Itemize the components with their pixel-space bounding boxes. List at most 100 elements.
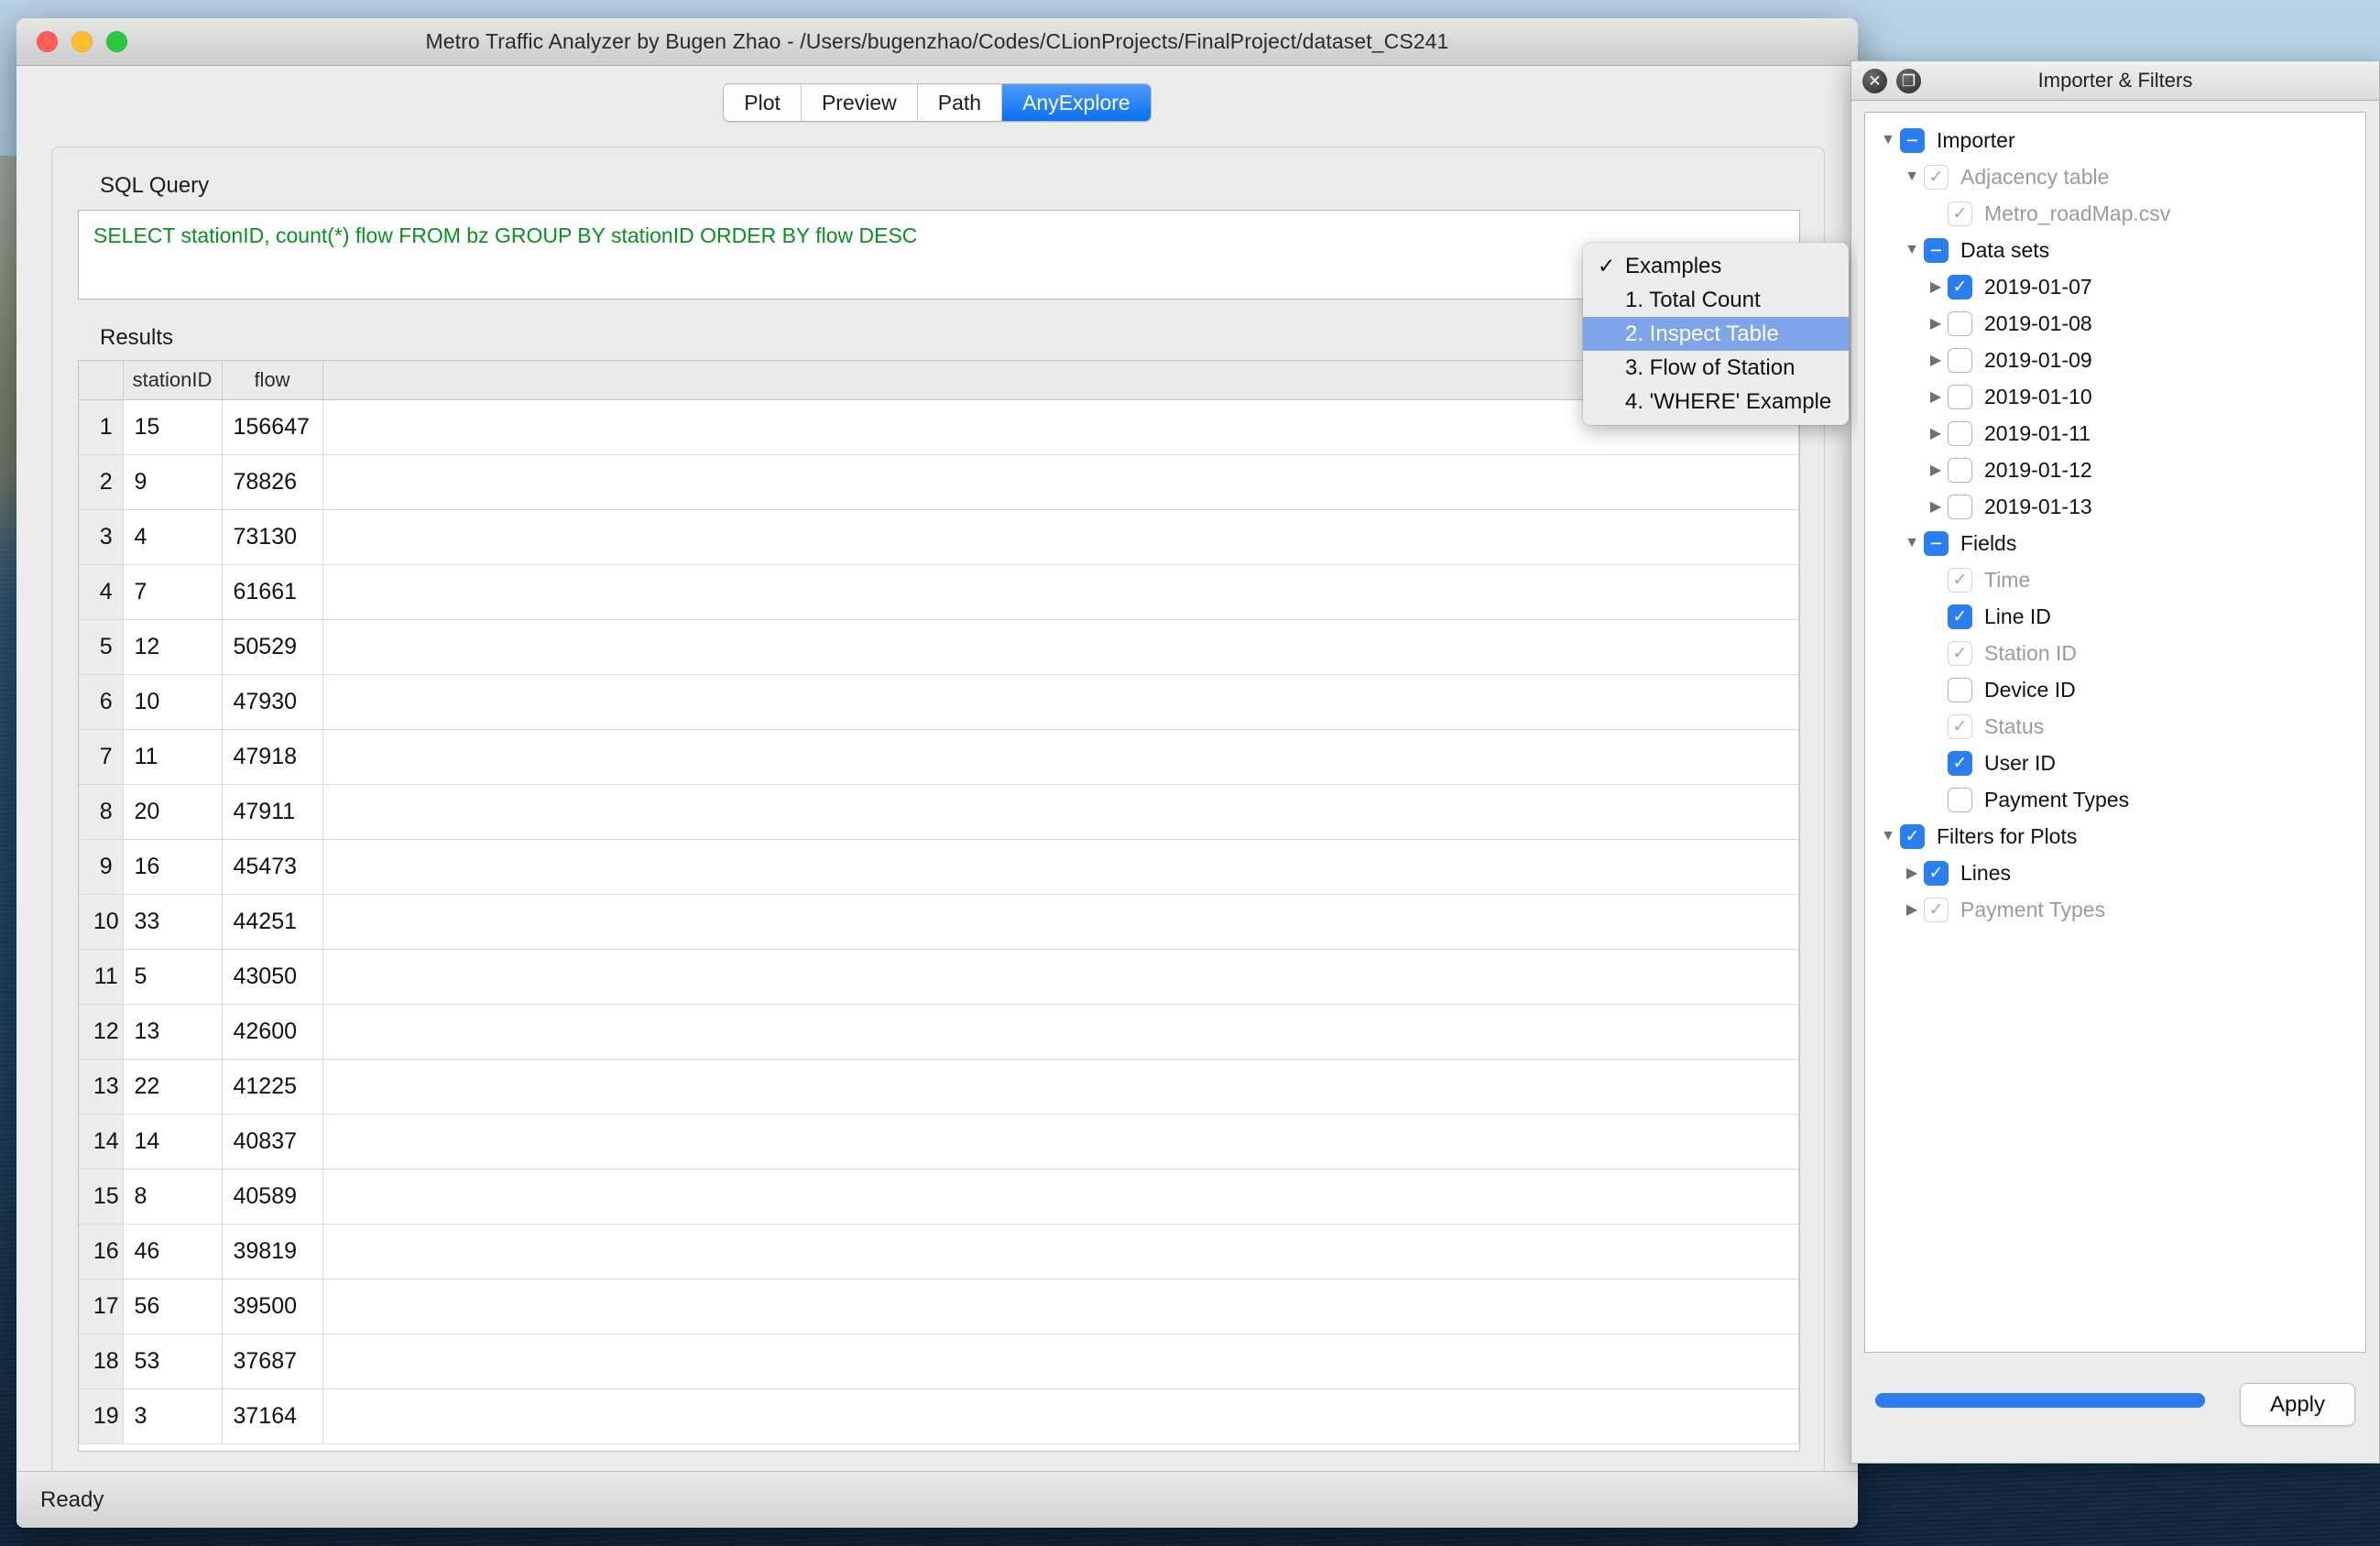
cell-stationid[interactable]: 14 xyxy=(123,1114,223,1170)
chevron-down-icon[interactable] xyxy=(1876,828,1900,844)
examples-dropdown-menu[interactable]: ✓ Examples 1. Total Count 2. Inspect Table 3… xyxy=(1583,243,1849,425)
cell-flow[interactable]: 156647 xyxy=(222,399,323,455)
tab-anyexplore[interactable]: AnyExplore xyxy=(1002,84,1151,121)
column-header-flow[interactable]: flow xyxy=(222,361,323,400)
cell-stationid[interactable]: 8 xyxy=(123,1169,223,1225)
chevron-right-icon[interactable] xyxy=(1924,387,1948,406)
cell-stationid[interactable]: 3 xyxy=(123,1388,223,1444)
checkbox-icon[interactable]: ✓ xyxy=(1948,604,1972,629)
chevron-right-icon[interactable] xyxy=(1924,424,1948,442)
sql-query-input[interactable]: SELECT stationID, count(*) flow FROM bz … xyxy=(78,210,1800,299)
cell-stationid[interactable]: 16 xyxy=(123,839,223,895)
cell-flow[interactable]: 39819 xyxy=(222,1224,323,1279)
cell-flow[interactable]: 43050 xyxy=(222,949,323,1005)
chevron-right-icon[interactable] xyxy=(1924,351,1948,369)
column-header-stationid[interactable]: stationID xyxy=(123,361,223,400)
results-table-container[interactable]: stationID flow 1 15 156647 2 9 78826 3 4 73130 4 7… xyxy=(78,360,1800,1452)
checkbox-icon[interactable] xyxy=(1948,384,1972,409)
checkbox-icon[interactable]: ✓ xyxy=(1924,897,1949,922)
checkbox-icon[interactable] xyxy=(1948,457,1972,483)
cell-stationid[interactable]: 9 xyxy=(123,454,223,510)
chevron-right-icon[interactable] xyxy=(1924,314,1948,332)
cell-flow[interactable]: 47918 xyxy=(222,729,323,785)
cell-stationid[interactable]: 15 xyxy=(123,399,223,455)
cell-stationid[interactable]: 20 xyxy=(123,784,223,840)
table-row[interactable]: 15 8 40589 xyxy=(79,1169,1799,1225)
chevron-down-icon[interactable] xyxy=(1900,535,1924,551)
checkbox-icon[interactable] xyxy=(1948,787,1972,812)
tree-item[interactable]: ✓ Station ID xyxy=(1865,635,2365,671)
cell-stationid[interactable]: 13 xyxy=(123,1004,223,1060)
chevron-down-icon[interactable] xyxy=(1900,242,1924,258)
checkbox-icon[interactable] xyxy=(1948,310,1972,336)
chevron-down-icon[interactable] xyxy=(1876,132,1900,148)
tab-plot[interactable]: Plot xyxy=(724,84,802,121)
cell-stationid[interactable]: 7 xyxy=(123,564,223,620)
checkbox-icon[interactable]: ✓ xyxy=(1924,164,1949,190)
cell-flow[interactable]: 47930 xyxy=(222,674,323,730)
table-row[interactable]: 13 22 41225 xyxy=(79,1059,1799,1115)
cell-flow[interactable]: 42600 xyxy=(222,1004,323,1060)
table-row[interactable]: 1 15 156647 xyxy=(79,399,1799,455)
chevron-right-icon[interactable] xyxy=(1924,497,1948,516)
menu-item-3[interactable]: 3. Flow of Station xyxy=(1583,351,1849,385)
tree-item[interactable]: ✓ Status xyxy=(1865,708,2365,745)
tree-item[interactable]: Device ID xyxy=(1865,671,2365,708)
column-header-empty[interactable] xyxy=(322,361,1799,400)
table-row[interactable]: 8 20 47911 xyxy=(79,784,1799,840)
cell-flow[interactable]: 39500 xyxy=(222,1279,323,1334)
tree-item[interactable]: ✓ Metro_roadMap.csv xyxy=(1865,195,2365,232)
checkbox-icon[interactable]: ✓ xyxy=(1924,860,1949,886)
cell-flow[interactable]: 40837 xyxy=(222,1114,323,1170)
tree-item[interactable]: 2019-01-12 xyxy=(1865,452,2365,488)
tree-item[interactable]: 2019-01-08 xyxy=(1865,305,2365,342)
column-header-index[interactable] xyxy=(79,361,124,400)
cell-flow[interactable]: 40589 xyxy=(222,1169,323,1225)
cell-stationid[interactable]: 46 xyxy=(123,1224,223,1279)
cell-stationid[interactable]: 12 xyxy=(123,619,223,675)
tab-preview[interactable]: Preview xyxy=(801,84,918,121)
table-row[interactable]: 18 53 37687 xyxy=(79,1334,1799,1389)
tree-item[interactable]: ✓ Adjacency table xyxy=(1865,158,2365,195)
chevron-right-icon[interactable] xyxy=(1900,864,1924,882)
checkbox-icon[interactable]: ✓ xyxy=(1948,750,1972,776)
table-row[interactable]: 7 11 47918 xyxy=(79,729,1799,785)
table-row[interactable]: 2 9 78826 xyxy=(79,454,1799,510)
cell-flow[interactable]: 37687 xyxy=(222,1334,323,1389)
cell-stationid[interactable]: 11 xyxy=(123,729,223,785)
cell-stationid[interactable]: 5 xyxy=(123,949,223,1005)
checkbox-icon[interactable]: ✓ xyxy=(1900,823,1925,849)
menu-item-1[interactable]: 1. Total Count xyxy=(1583,283,1849,317)
checkbox-icon[interactable] xyxy=(1948,677,1972,702)
checkbox-icon[interactable]: − xyxy=(1924,237,1949,263)
table-row[interactable]: 5 12 50529 xyxy=(79,619,1799,675)
tree-item[interactable]: −Importer xyxy=(1865,122,2365,158)
table-row[interactable]: 17 56 39500 xyxy=(79,1279,1799,1334)
cell-stationid[interactable]: 4 xyxy=(123,509,223,565)
tree-item[interactable]: ✓ Line ID xyxy=(1865,598,2365,635)
tree-item[interactable]: 2019-01-11 xyxy=(1865,415,2365,452)
table-row[interactable]: 14 14 40837 xyxy=(79,1114,1799,1170)
menu-item-0[interactable]: ✓ Examples xyxy=(1583,249,1849,283)
cell-flow[interactable]: 47911 xyxy=(222,784,323,840)
table-row[interactable]: 3 4 73130 xyxy=(79,509,1799,565)
cell-stationid[interactable]: 10 xyxy=(123,674,223,730)
tree-item[interactable]: ✓ User ID xyxy=(1865,745,2365,781)
tree-item[interactable]: Payment Types xyxy=(1865,781,2365,818)
cell-flow[interactable]: 73130 xyxy=(222,509,323,565)
checkbox-icon[interactable]: ✓ xyxy=(1948,640,1972,666)
cell-stationid[interactable]: 22 xyxy=(123,1059,223,1115)
cell-flow[interactable]: 50529 xyxy=(222,619,323,675)
tree-item[interactable]: −Fields xyxy=(1865,525,2365,561)
cell-flow[interactable]: 78826 xyxy=(222,454,323,510)
table-row[interactable]: 4 7 61661 xyxy=(79,564,1799,620)
tree-item[interactable]: 2019-01-13 xyxy=(1865,488,2365,525)
checkbox-icon[interactable]: ✓ xyxy=(1948,274,1972,299)
tree-item[interactable]: ✓ 2019-01-07 xyxy=(1865,268,2365,305)
tab-path[interactable]: Path xyxy=(917,84,1003,121)
tree-item[interactable]: −Data sets xyxy=(1865,232,2365,268)
cell-flow[interactable]: 45473 xyxy=(222,839,323,895)
table-row[interactable]: 16 46 39819 xyxy=(79,1224,1799,1279)
cell-flow[interactable]: 61661 xyxy=(222,564,323,620)
tree-item[interactable]: ✓ Time xyxy=(1865,561,2365,598)
